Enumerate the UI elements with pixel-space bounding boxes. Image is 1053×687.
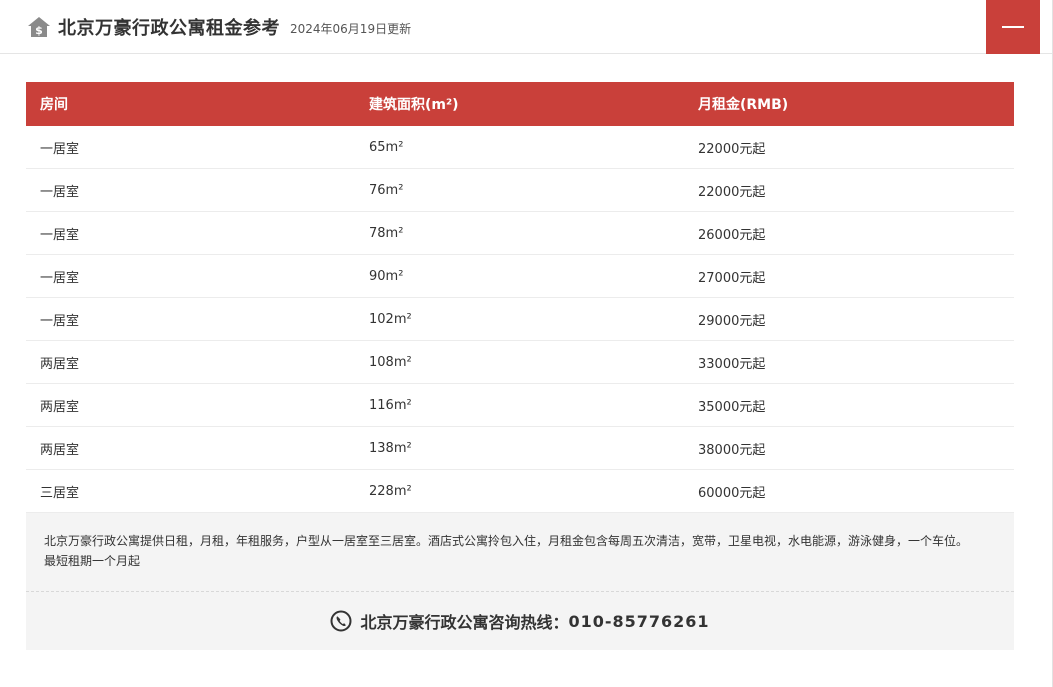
- cell-room: 两居室: [26, 383, 355, 427]
- table-row: 两居室 108m² 33000元起: [26, 340, 1014, 384]
- cell-area: 90m²: [355, 254, 684, 298]
- hotline-label: 北京万豪行政公寓咨询热线：: [360, 613, 569, 632]
- panel-header: $ 北京万豪行政公寓租金参考 2024年06月19日更新: [0, 0, 1052, 54]
- page-title: 北京万豪行政公寓租金参考: [58, 17, 280, 39]
- table-row: 一居室 65m² 22000元起: [26, 126, 1014, 169]
- table-row: 三居室 228m² 60000元起: [26, 469, 1014, 513]
- cell-area: 138m²: [355, 426, 684, 470]
- cell-room: 一居室: [26, 297, 355, 341]
- cell-rent: 22000元起: [684, 126, 1014, 169]
- notes-description: 北京万豪行政公寓提供日租，月租，年租服务，户型从一居室至三居室。酒店式公寓拎包入…: [44, 534, 969, 548]
- cell-room: 一居室: [26, 168, 355, 212]
- cell-area: 102m²: [355, 297, 684, 341]
- minus-icon: [1002, 26, 1024, 28]
- notes-minimum-term: 最短租期一个月起: [44, 554, 141, 568]
- column-header-area: 建筑面积(m²): [369, 97, 459, 113]
- table-row: 两居室 116m² 35000元起: [26, 383, 1014, 427]
- cell-rent: 26000元起: [684, 211, 1014, 255]
- cell-area: 108m²: [355, 340, 684, 384]
- cell-room: 两居室: [26, 340, 355, 384]
- cell-area: 78m²: [355, 211, 684, 255]
- cell-area: 65m²: [355, 126, 684, 169]
- rent-table: 房间 建筑面积(m²) 月租金(RMB) 一居室 65m² 22000元起 一居…: [26, 82, 1014, 513]
- cell-rent: 27000元起: [684, 254, 1014, 298]
- table-row: 一居室 90m² 27000元起: [26, 254, 1014, 298]
- cell-rent: 35000元起: [684, 383, 1014, 427]
- cell-rent: 38000元起: [684, 426, 1014, 470]
- update-date: 2024年06月19日更新: [290, 22, 412, 36]
- table-header-row: 房间 建筑面积(m²) 月租金(RMB): [26, 82, 1014, 126]
- cell-rent: 29000元起: [684, 297, 1014, 341]
- table-row: 一居室 78m² 26000元起: [26, 211, 1014, 255]
- column-header-rent: 月租金(RMB): [698, 97, 789, 113]
- cell-rent: 60000元起: [684, 469, 1014, 513]
- cell-rent: 33000元起: [684, 340, 1014, 384]
- main-content: 房间 建筑面积(m²) 月租金(RMB) 一居室 65m² 22000元起 一居…: [26, 82, 1014, 650]
- column-header-room: 房间: [40, 97, 68, 113]
- cell-room: 一居室: [26, 211, 355, 255]
- rental-notes: 北京万豪行政公寓提供日租，月租，年租服务，户型从一居室至三居室。酒店式公寓拎包入…: [26, 513, 1014, 592]
- cell-room: 两居室: [26, 426, 355, 470]
- cell-area: 228m²: [355, 469, 684, 513]
- cell-room: 一居室: [26, 254, 355, 298]
- hotline-number[interactable]: 010-85776261: [568, 612, 709, 631]
- table-row: 一居室 102m² 29000元起: [26, 297, 1014, 341]
- cell-area: 116m²: [355, 383, 684, 427]
- phone-icon: [330, 610, 352, 632]
- cell-area: 76m²: [355, 168, 684, 212]
- consult-hotline: 北京万豪行政公寓咨询热线： 010-85776261: [26, 592, 1014, 650]
- table-row: 一居室 76m² 22000元起: [26, 168, 1014, 212]
- cell-room: 一居室: [26, 126, 355, 169]
- svg-text:$: $: [35, 24, 43, 37]
- collapse-button[interactable]: [986, 0, 1040, 54]
- rent-reference-panel: $ 北京万豪行政公寓租金参考 2024年06月19日更新 房间 建筑面积(m²)…: [0, 0, 1053, 687]
- cell-room: 三居室: [26, 469, 355, 513]
- table-row: 两居室 138m² 38000元起: [26, 426, 1014, 470]
- house-dollar-icon: $: [26, 14, 52, 40]
- cell-rent: 22000元起: [684, 168, 1014, 212]
